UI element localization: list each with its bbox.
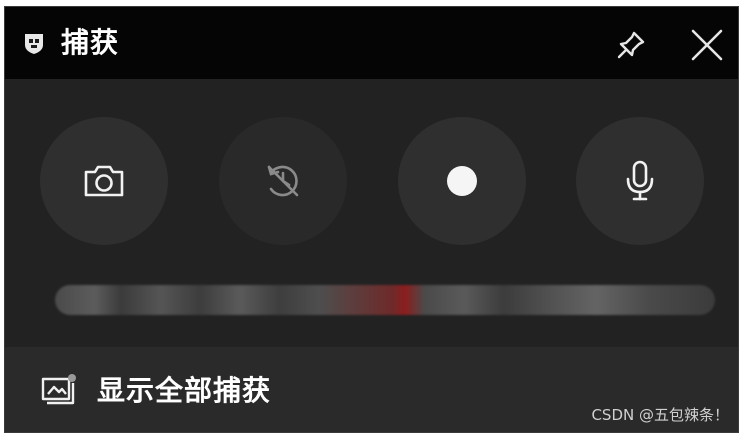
capture-status-strip (55, 285, 715, 315)
gallery-icon (41, 373, 77, 405)
camera-icon (84, 165, 124, 197)
show-all-captures-label: 显示全部捕获 (97, 374, 272, 407)
record-last-30s-button[interactable] (219, 117, 347, 245)
close-icon (691, 29, 723, 61)
capture-widget: 捕获 显示全部捕获 (4, 6, 739, 433)
game-bar-icon (23, 31, 45, 55)
show-all-captures-button[interactable]: 显示全部捕获 (5, 347, 485, 432)
microphone-button[interactable] (576, 117, 704, 245)
record-dot-icon (447, 166, 477, 196)
title-bar[interactable]: 捕获 (5, 7, 738, 79)
start-recording-button[interactable] (398, 117, 526, 245)
pin-button[interactable] (611, 25, 651, 65)
capture-panel (5, 79, 738, 347)
close-button[interactable] (685, 23, 729, 67)
record-history-icon (267, 165, 299, 197)
microphone-icon (626, 160, 654, 201)
pin-icon (617, 31, 645, 59)
window-title: 捕获 (61, 26, 120, 59)
watermark: CSDN @五包辣条！ (591, 406, 729, 424)
screenshot-button[interactable] (40, 117, 168, 245)
